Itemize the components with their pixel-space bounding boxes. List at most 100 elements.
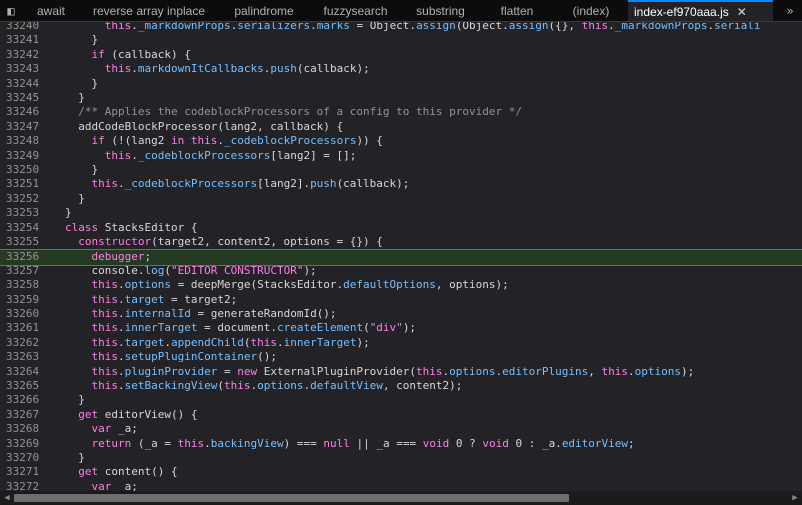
- line-number[interactable]: 33251: [0, 177, 54, 191]
- code-line[interactable]: 33252 }: [0, 192, 802, 206]
- line-number[interactable]: 33269: [0, 437, 54, 451]
- tab-flatten[interactable]: flatten: [480, 0, 554, 21]
- line-number[interactable]: 33245: [0, 91, 54, 105]
- line-number[interactable]: 33267: [0, 408, 54, 422]
- code-text: console.log("EDITOR CONSTRUCTOR");: [65, 263, 317, 277]
- line-number[interactable]: 33249: [0, 149, 54, 163]
- code-line[interactable]: 33248 if (!(lang2 in this._codeblockProc…: [0, 134, 802, 148]
- line-number[interactable]: 33271: [0, 465, 54, 479]
- line-number[interactable]: 33253: [0, 206, 54, 220]
- line-number[interactable]: 33250: [0, 163, 54, 177]
- line-number[interactable]: 33257: [0, 264, 54, 278]
- line-number[interactable]: 33246: [0, 105, 54, 119]
- code-text: get editorView() {: [78, 407, 198, 421]
- code-text: }: [65, 206, 72, 220]
- tab-substring[interactable]: substring: [401, 0, 480, 21]
- line-number[interactable]: 33247: [0, 120, 54, 134]
- code-text: this._markdownProps.serializers.marks = …: [104, 22, 761, 32]
- code-line[interactable]: 33267 get editorView() {: [0, 408, 802, 422]
- code-line[interactable]: 33260 this.internalId = generateRandomId…: [0, 307, 802, 321]
- code-line[interactable]: 33265 this.setBackingView(this.options.d…: [0, 379, 802, 393]
- scroll-right-icon[interactable]: ▶: [789, 492, 801, 504]
- code-line[interactable]: 33270 }: [0, 451, 802, 465]
- tab-label: flatten: [500, 3, 534, 18]
- line-number[interactable]: 33248: [0, 134, 54, 148]
- line-number[interactable]: 33242: [0, 48, 54, 62]
- code-line[interactable]: 33263 this.setupPluginContainer();: [0, 350, 802, 364]
- sidebar-toggle-icon[interactable]: ◧: [0, 0, 22, 21]
- line-number[interactable]: 33260: [0, 307, 54, 321]
- line-number[interactable]: 33263: [0, 350, 54, 364]
- code-line[interactable]: 33271 get content() {: [0, 465, 802, 479]
- tab-label: fuzzysearch: [323, 3, 388, 18]
- code-line[interactable]: 33255 constructor(target2, content2, opt…: [0, 235, 802, 249]
- code-text: this._codeblockProcessors[lang2] = [];: [104, 148, 357, 162]
- line-number[interactable]: 33244: [0, 77, 54, 91]
- code-line[interactable]: 33240 this._markdownProps.serializers.ma…: [0, 22, 802, 33]
- code-line[interactable]: 33253}: [0, 206, 802, 220]
- code-text: addCodeBlockProcessor(lang2, callback) {: [65, 119, 344, 133]
- code-line[interactable]: 33246 /** Applies the codeblockProcessor…: [0, 105, 802, 119]
- code-line[interactable]: 33250 }: [0, 163, 802, 177]
- code-text: }: [65, 393, 85, 407]
- code-line[interactable]: 33247 addCodeBlockProcessor(lang2, callb…: [0, 120, 802, 134]
- line-number[interactable]: 33266: [0, 393, 54, 407]
- code-line[interactable]: 33268 var _a;: [0, 422, 802, 436]
- line-number[interactable]: 33264: [0, 365, 54, 379]
- line-number[interactable]: 33243: [0, 62, 54, 76]
- code-line[interactable]: 33261 this.innerTarget = document.create…: [0, 321, 802, 335]
- code-line[interactable]: 33249 this._codeblockProcessors[lang2] =…: [0, 149, 802, 163]
- code-line[interactable]: 33244 }: [0, 77, 802, 91]
- code-text: return (_a = this.backingView) === null …: [91, 436, 635, 450]
- close-icon[interactable]: ✕: [737, 5, 747, 19]
- code-line[interactable]: 33264 this.pluginProvider = new External…: [0, 365, 802, 379]
- code-line[interactable]: 33254 class StacksEditor {: [0, 221, 802, 235]
- line-number[interactable]: 33268: [0, 422, 54, 436]
- code-line[interactable]: 33245 }: [0, 91, 802, 105]
- code-editor[interactable]: 33240 this._markdownProps.serializers.ma…: [0, 22, 802, 491]
- tab-label: reverse array inplace: [92, 3, 206, 18]
- line-number[interactable]: 33265: [0, 379, 54, 393]
- code-text: class StacksEditor {: [65, 220, 198, 234]
- code-text: get content() {: [78, 465, 178, 479]
- line-number[interactable]: 33254: [0, 221, 54, 235]
- line-number[interactable]: 33259: [0, 293, 54, 307]
- horizontal-scrollbar[interactable]: ◀ ▶: [0, 491, 802, 505]
- tab-palindrome[interactable]: palindrome: [218, 0, 310, 21]
- tab-reverse-array-inplace[interactable]: reverse array inplace: [80, 0, 218, 21]
- tab-await[interactable]: await: [22, 0, 80, 21]
- code-text: var _a;: [91, 422, 138, 436]
- code-line[interactable]: 33257 console.log("EDITOR CONSTRUCTOR");: [0, 264, 802, 278]
- line-number[interactable]: 33272: [0, 480, 54, 491]
- tab-label: (index): [572, 3, 610, 18]
- line-number[interactable]: 33255: [0, 235, 54, 249]
- chevron-double-right-icon[interactable]: »: [778, 0, 802, 21]
- code-line[interactable]: 33241 }: [0, 33, 802, 47]
- line-number[interactable]: 33256: [0, 250, 54, 264]
- tab-label: substring: [416, 3, 465, 18]
- line-number[interactable]: 33270: [0, 451, 54, 465]
- line-number[interactable]: 33241: [0, 33, 54, 47]
- tab--index-[interactable]: (index): [554, 0, 628, 21]
- code-line[interactable]: 33272 var _a;: [0, 480, 802, 491]
- line-number[interactable]: 33240: [0, 22, 54, 33]
- tab-fuzzysearch[interactable]: fuzzysearch: [310, 0, 401, 21]
- line-number[interactable]: 33262: [0, 336, 54, 350]
- code-line[interactable]: 33243 this.markdownItCallbacks.push(call…: [0, 62, 802, 76]
- tab-index-ef970aaa-js[interactable]: index-ef970aaa.js ✕: [628, 0, 773, 21]
- line-number[interactable]: 33258: [0, 278, 54, 292]
- code-line[interactable]: 33269 return (_a = this.backingView) ===…: [0, 437, 802, 451]
- line-number[interactable]: 33261: [0, 321, 54, 335]
- scroll-left-icon[interactable]: ◀: [1, 492, 13, 504]
- code-text: this.options = deepMerge(StacksEditor.de…: [91, 278, 509, 292]
- code-line[interactable]: 33242 if (callback) {: [0, 48, 802, 62]
- code-line[interactable]: 33251 this._codeblockProcessors[lang2].p…: [0, 177, 802, 191]
- code-line[interactable]: 33266 }: [0, 393, 802, 407]
- code-line[interactable]: 33258 this.options = deepMerge(StacksEdi…: [0, 278, 802, 292]
- code-text: this.internalId = generateRandomId();: [91, 307, 337, 320]
- code-line[interactable]: 33259 this.target = target2;: [0, 293, 802, 307]
- line-number[interactable]: 33252: [0, 192, 54, 206]
- scrollbar-thumb[interactable]: [14, 494, 569, 502]
- code-line[interactable]: 33262 this.target.appendChild(this.inner…: [0, 336, 802, 350]
- tab-label: index-ef970aaa.js: [634, 4, 729, 19]
